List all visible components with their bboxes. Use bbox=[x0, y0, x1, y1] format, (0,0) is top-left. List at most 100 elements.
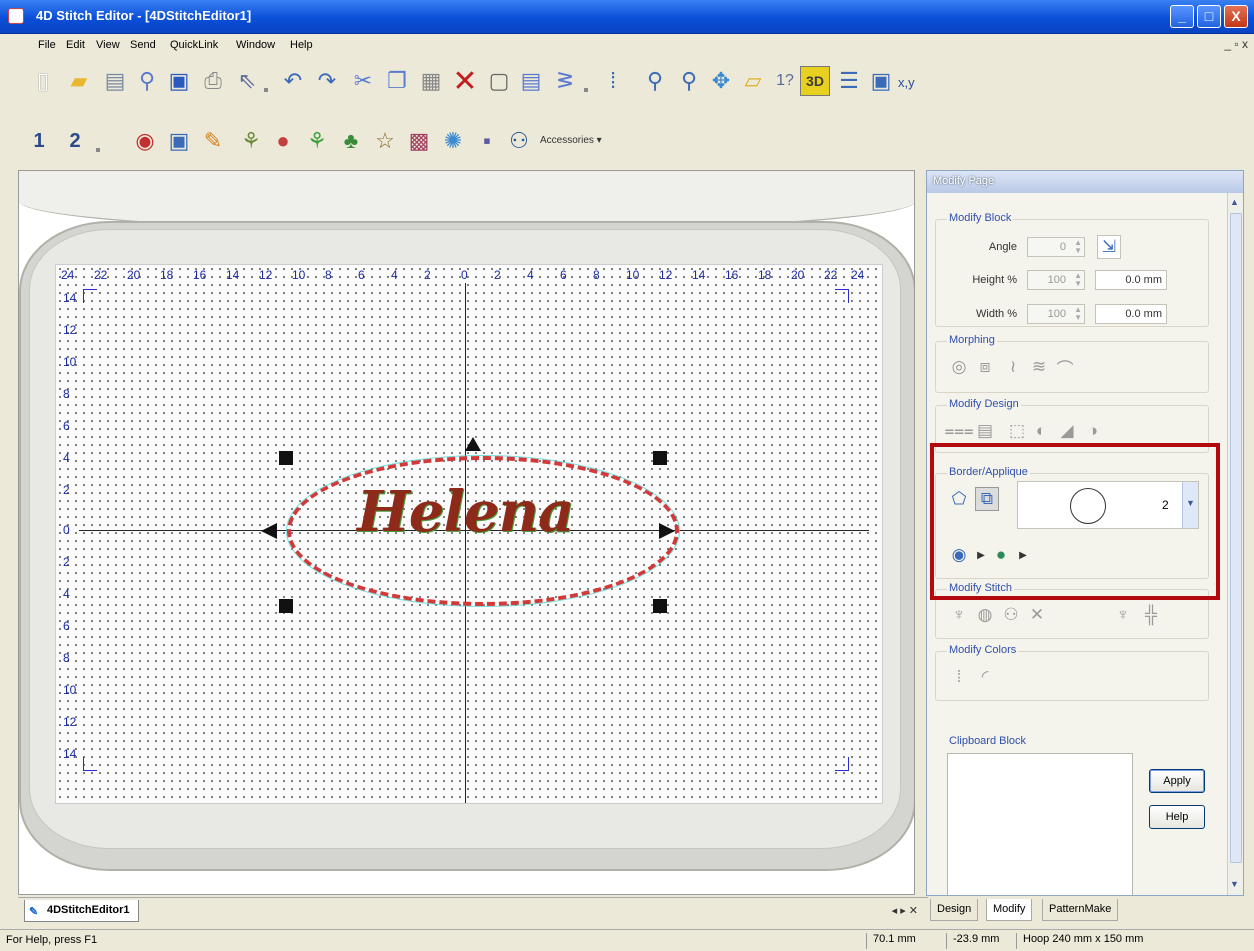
morph-wave-icon[interactable]: ≀ bbox=[1001, 355, 1025, 379]
tab-patternmake[interactable]: PatternMake bbox=[1042, 899, 1119, 921]
width-spinner[interactable]: 100 ▲ ▼ bbox=[1027, 304, 1085, 324]
redo-icon[interactable]: ↷ bbox=[312, 66, 342, 96]
maximize-button[interactable]: □ bbox=[1197, 5, 1221, 28]
resize-handle-top-right[interactable] bbox=[653, 451, 667, 465]
mdi-controls[interactable]: _ ▫ x bbox=[1224, 37, 1248, 51]
star-icon[interactable]: ☆ bbox=[370, 126, 400, 156]
stitch-delete-icon[interactable]: ✕ bbox=[1025, 603, 1049, 627]
stitch-info-icon[interactable]: 1? bbox=[770, 66, 800, 96]
spinner-arrows-icon[interactable]: ▲ ▼ bbox=[1074, 239, 1082, 255]
properties-icon[interactable]: ▤ bbox=[516, 66, 546, 96]
top-handle-arrow[interactable] bbox=[465, 437, 481, 451]
scanner-icon[interactable]: ▤ bbox=[100, 66, 130, 96]
pan-icon[interactable]: ✥ bbox=[706, 66, 736, 96]
spinner-arrows-icon[interactable]: ▲ ▼ bbox=[1074, 306, 1082, 322]
resize-design-icon[interactable]: ⬚ bbox=[1005, 419, 1029, 443]
design-canvas[interactable]: 24 22 20 18 16 14 12 10 8 6 4 2 0 2 4 6 … bbox=[18, 170, 915, 895]
color-2-button[interactable]: 2 bbox=[60, 126, 90, 156]
color-gradient-icon[interactable]: ◜ bbox=[973, 665, 997, 689]
menu-quicklink[interactable]: QuickLink bbox=[170, 39, 218, 51]
stitch-fill-icon[interactable]: ♆ bbox=[1111, 603, 1135, 627]
app-icon[interactable] bbox=[8, 8, 24, 24]
cross-stitch-icon[interactable]: ✺ bbox=[438, 126, 468, 156]
menu-window[interactable]: Window bbox=[236, 39, 275, 51]
scroll-thumb[interactable] bbox=[1230, 213, 1242, 863]
stitch-density-icon[interactable]: ◍ bbox=[973, 603, 997, 627]
angle-tool-icon[interactable]: ⇲ bbox=[1097, 235, 1121, 259]
undo-icon[interactable]: ↶ bbox=[278, 66, 308, 96]
morph-ripple-icon[interactable]: ≋ bbox=[1027, 355, 1051, 379]
stitch-more-icon[interactable]: ╬ bbox=[1139, 603, 1163, 627]
delete-icon[interactable]: ✕ bbox=[450, 65, 480, 98]
height-mm-field[interactable]: 0.0 mm bbox=[1095, 270, 1167, 290]
align-icon[interactable]: ⩶ bbox=[944, 419, 973, 443]
save-icon[interactable]: ▣ bbox=[164, 66, 194, 96]
morph-sphere-icon[interactable]: ◎ bbox=[947, 355, 971, 379]
scroll-up-icon[interactable]: ▲ bbox=[1230, 197, 1239, 207]
measure-icon[interactable]: ▱ bbox=[738, 66, 768, 96]
scroll-down-icon[interactable]: ▼ bbox=[1230, 879, 1239, 889]
flip-icon[interactable]: ▤ bbox=[973, 419, 997, 443]
tab-modify[interactable]: Modify bbox=[986, 899, 1033, 921]
apply-button[interactable]: Apply bbox=[1149, 769, 1205, 793]
print-icon[interactable]: ⎙ bbox=[198, 66, 228, 96]
mirror-icon[interactable]: ◑ bbox=[1081, 419, 1105, 443]
tab-design[interactable]: Design bbox=[930, 899, 979, 921]
right-handle-arrow[interactable] bbox=[659, 523, 675, 539]
4d-logo-icon[interactable]: ◉ bbox=[130, 126, 160, 156]
menu-edit[interactable]: Edit bbox=[66, 39, 85, 51]
zoom-out-icon[interactable]: ⚲ bbox=[674, 66, 704, 96]
background-icon[interactable]: ▣ bbox=[866, 66, 896, 96]
copy-icon[interactable]: ❐ bbox=[382, 66, 412, 96]
portrait-icon[interactable]: ▪ bbox=[472, 126, 502, 156]
menu-file[interactable]: File bbox=[38, 39, 56, 51]
paint-icon[interactable]: ✎ bbox=[198, 126, 228, 156]
stitch-type-icon[interactable]: ♆ bbox=[947, 603, 971, 627]
grid-icon[interactable]: ⁞ bbox=[598, 66, 628, 96]
cut-icon[interactable]: ✂ bbox=[348, 66, 378, 96]
globe-icon[interactable]: ● bbox=[268, 126, 298, 156]
new-file-icon[interactable]: ▯ bbox=[28, 66, 58, 96]
tree-icon[interactable]: ♣ bbox=[336, 126, 366, 156]
help-pointer-icon[interactable]: ⇖ bbox=[232, 66, 262, 96]
color-sequence-icon[interactable]: ⁞ bbox=[947, 665, 971, 689]
group-icon[interactable]: ᕒ bbox=[550, 66, 580, 96]
menu-view[interactable]: View bbox=[96, 39, 120, 51]
resize-handle-top-left[interactable] bbox=[279, 451, 293, 465]
spinner-arrows-icon[interactable]: ▲ ▼ bbox=[1074, 272, 1082, 288]
close-button[interactable]: X bbox=[1224, 5, 1248, 28]
photo-icon[interactable]: ▩ bbox=[404, 126, 434, 156]
tulip-icon[interactable]: ⚘ bbox=[302, 126, 332, 156]
helena-design[interactable]: Helena bbox=[357, 479, 574, 545]
stitch-view-icon[interactable]: ☰ bbox=[834, 66, 864, 96]
menu-help[interactable]: Help bbox=[290, 39, 313, 51]
left-handle-arrow[interactable] bbox=[261, 523, 277, 539]
select-box-icon[interactable]: ▢ bbox=[484, 66, 514, 96]
find-icon[interactable]: ⚲ bbox=[132, 66, 162, 96]
organizer-icon[interactable]: ▣ bbox=[164, 126, 194, 156]
angle-spinner[interactable]: 0 ▲ ▼ bbox=[1027, 237, 1085, 257]
resize-handle-bottom-left[interactable] bbox=[279, 599, 293, 613]
shadow-icon[interactable]: ◢ bbox=[1055, 419, 1079, 443]
document-tab[interactable]: ✎ 4DStitchEditor1 bbox=[24, 900, 139, 922]
paste-icon[interactable]: ▦ bbox=[416, 66, 446, 96]
menu-send[interactable]: Send bbox=[130, 39, 156, 51]
panel-scrollbar[interactable]: ▲ ▼ bbox=[1227, 193, 1243, 895]
morph-arc-icon[interactable]: ⌒ bbox=[1053, 355, 1077, 379]
open-folder-icon[interactable]: ▰ bbox=[64, 66, 94, 96]
rotate-design-icon[interactable]: ◐ bbox=[1029, 419, 1053, 443]
minimize-button[interactable]: _ bbox=[1170, 5, 1194, 28]
morph-envelope-icon[interactable]: ⧈ bbox=[973, 355, 997, 379]
resize-handle-bottom-right[interactable] bbox=[653, 599, 667, 613]
height-spinner[interactable]: 100 ▲ ▼ bbox=[1027, 270, 1085, 290]
width-mm-field[interactable]: 0.0 mm bbox=[1095, 304, 1167, 324]
zoom-in-icon[interactable]: ⚲ bbox=[640, 66, 670, 96]
3d-view-icon[interactable]: 3D bbox=[800, 66, 830, 96]
color-1-button[interactable]: 1 bbox=[24, 126, 54, 156]
hoop-icon[interactable]: ⚘ bbox=[236, 126, 266, 156]
help-button[interactable]: Help bbox=[1149, 805, 1205, 829]
tab-nav-controls[interactable]: ◂ ▸ ✕ bbox=[892, 904, 918, 917]
accessories-dropdown[interactable]: Accessories ▾ bbox=[540, 135, 602, 146]
xy-label[interactable]: x,y bbox=[898, 75, 915, 90]
stitch-pattern-icon[interactable]: ⚇ bbox=[999, 603, 1023, 627]
